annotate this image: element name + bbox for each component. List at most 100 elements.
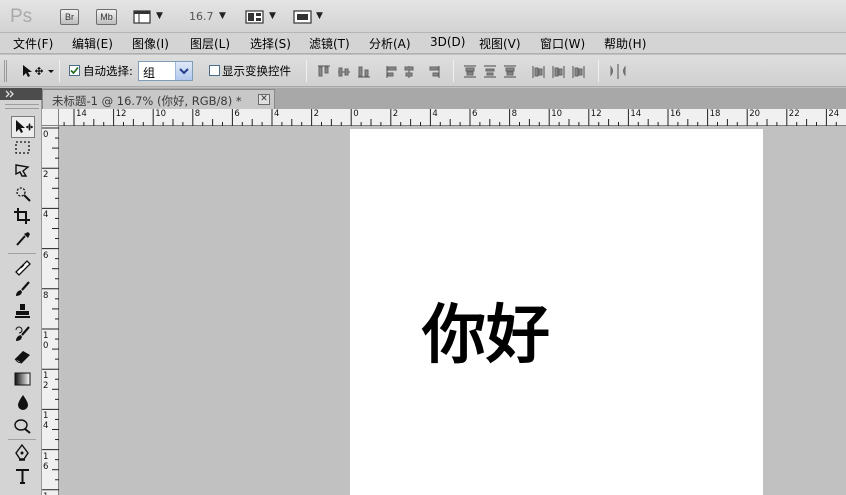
auto-select-dropdown[interactable]: 组 <box>138 61 193 81</box>
clone-stamp-tool-icon <box>15 304 30 318</box>
ruler-origin[interactable] <box>42 109 59 126</box>
horizontal-ruler[interactable]: 14 12 10 8 6 4 2 0 2 4 6 8 10 12 14 16 18 20 22 24 <box>42 109 846 126</box>
arrange-documents-icon <box>245 10 264 24</box>
ruler-tick-label: 12 <box>43 371 49 392</box>
healing-brush-tool-icon <box>15 260 31 276</box>
brush-tool-icon <box>16 281 30 296</box>
tools-panel-grip[interactable] <box>5 104 39 109</box>
screen-mode-icon <box>293 10 312 24</box>
auto-align-button[interactable] <box>609 63 627 83</box>
ruler-tick-label: 2 <box>43 170 49 181</box>
zoom-level[interactable]: 16.7 <box>189 10 214 23</box>
ruler-tick-label: 18 <box>709 109 721 119</box>
document-workspace[interactable]: 你好 <box>60 127 846 495</box>
pen-tool-icon <box>15 444 29 461</box>
menu-image[interactable]: 图像(I) <box>132 35 169 52</box>
ruler-tick-label: 12 <box>590 109 602 119</box>
pen-tool[interactable] <box>11 443 35 465</box>
chevron-down-icon[interactable]: ▼ <box>269 11 276 21</box>
close-icon[interactable]: ✕ <box>258 94 270 105</box>
menu-view[interactable]: 视图(V) <box>479 35 521 52</box>
ruler-tick-label: 16 <box>43 451 49 472</box>
menu-window[interactable]: 窗口(W) <box>540 35 585 52</box>
crop-tool-icon <box>14 208 30 224</box>
menu-select[interactable]: 选择(S) <box>250 35 291 52</box>
ruler-tick-label: 2 <box>313 109 320 119</box>
gradient-tool[interactable] <box>11 369 35 391</box>
view-extras-button[interactable] <box>133 9 153 28</box>
distribute-buttons-group <box>463 64 593 83</box>
arrange-documents-button[interactable] <box>245 9 265 28</box>
menu-filter[interactable]: 滤镜(T) <box>309 35 350 52</box>
type-tool-icon <box>16 469 29 484</box>
chevron-down-icon[interactable]: ▼ <box>219 11 226 21</box>
marquee-tool[interactable] <box>11 138 35 160</box>
double-chevron-right-icon <box>5 90 14 98</box>
tools-separator <box>8 253 36 254</box>
ruler-tick-label: 24 <box>828 109 840 119</box>
dodge-tool-icon <box>14 419 31 434</box>
show-transform-label: 显示变换控件 <box>222 64 291 78</box>
bridge-button[interactable]: Br <box>60 9 79 25</box>
ruler-tick-label: 10 <box>551 109 563 119</box>
document-canvas[interactable]: 你好 <box>350 129 763 495</box>
quick-select-tool-icon <box>16 187 31 202</box>
menu-bar: 文件(F) 编辑(E) 图像(I) 图层(L) 选择(S) 滤镜(T) 分析(A… <box>0 33 846 54</box>
ruler-tick-label: 0 <box>43 130 49 140</box>
ruler-tick-label: 16 <box>670 109 681 119</box>
ps-logo: Ps <box>10 6 33 27</box>
options-bar-grip[interactable] <box>4 60 7 82</box>
screen-mode-button[interactable] <box>293 9 313 28</box>
ruler-tick-label: 6 <box>43 250 49 261</box>
quick-select-tool[interactable] <box>11 184 35 206</box>
chevron-down-icon[interactable]: ▼ <box>156 11 163 21</box>
move-tool[interactable] <box>11 116 35 138</box>
history-brush-tool-icon <box>15 326 30 341</box>
ruler-tick-label: 6 <box>472 109 478 119</box>
toolbar-collapse-strip[interactable] <box>0 88 42 100</box>
menu-analysis[interactable]: 分析(A) <box>369 35 411 52</box>
gradient-tool-icon <box>14 372 31 386</box>
auto-select-value: 组 <box>143 66 156 80</box>
crop-tool[interactable] <box>11 206 35 228</box>
eyedropper-tool[interactable] <box>11 229 35 251</box>
mini-bridge-button[interactable]: Mb <box>96 9 117 25</box>
eyedropper-tool-icon <box>16 232 30 246</box>
ruler-tick-label: 8 <box>43 290 49 301</box>
photoshop-window: Ps Br Mb ▼ 16.7 ▼ ▼ ▼ 文件(F) 编辑(E) 图像(I) … <box>0 0 846 495</box>
history-brush-tool[interactable] <box>11 324 35 346</box>
ruler-tick-label: 22 <box>788 109 800 119</box>
auto-align-icon <box>610 64 626 79</box>
dodge-tool[interactable] <box>11 415 35 437</box>
options-separator <box>306 60 307 82</box>
auto-select-checkbox[interactable] <box>69 65 80 76</box>
vertical-ruler[interactable]: 02468101214161 <box>42 126 59 495</box>
document-tab[interactable]: 未标题-1 @ 16.7% (你好, RGB/8) * ✕ <box>42 89 275 109</box>
lasso-tool[interactable] <box>11 161 35 183</box>
chevron-down-icon <box>179 68 189 75</box>
ruler-tick-label: 6 <box>234 109 240 119</box>
auto-select-label: 自动选择: <box>83 64 133 78</box>
ruler-tick-label: 8 <box>511 109 518 119</box>
text-layer[interactable]: 你好 <box>422 304 550 368</box>
menu-3d[interactable]: 3D(D) <box>430 35 465 49</box>
eraser-tool[interactable] <box>11 346 35 368</box>
dropdown-button[interactable] <box>175 62 192 80</box>
blur-tool[interactable] <box>11 392 35 414</box>
clone-stamp-tool[interactable] <box>11 301 35 323</box>
menu-help[interactable]: 帮助(H) <box>604 35 646 52</box>
type-tool[interactable] <box>11 466 35 488</box>
show-transform-checkbox[interactable] <box>209 65 220 76</box>
application-bar: Ps Br Mb ▼ 16.7 ▼ ▼ ▼ <box>0 0 846 33</box>
options-bar: 自动选择: 组 显示变换控件 <box>0 55 846 87</box>
brush-tool[interactable] <box>11 279 35 301</box>
options-separator <box>598 60 599 82</box>
chevron-down-icon[interactable]: ▼ <box>316 11 323 21</box>
healing-brush-tool[interactable] <box>11 257 35 279</box>
ruler-tick-label: 8 <box>194 109 201 119</box>
menu-edit[interactable]: 编辑(E) <box>72 35 113 52</box>
tool-preset-picker[interactable] <box>20 62 56 83</box>
ruler-tick-label: 4 <box>274 109 280 119</box>
menu-file[interactable]: 文件(F) <box>13 35 53 52</box>
menu-layer[interactable]: 图层(L) <box>190 35 230 52</box>
